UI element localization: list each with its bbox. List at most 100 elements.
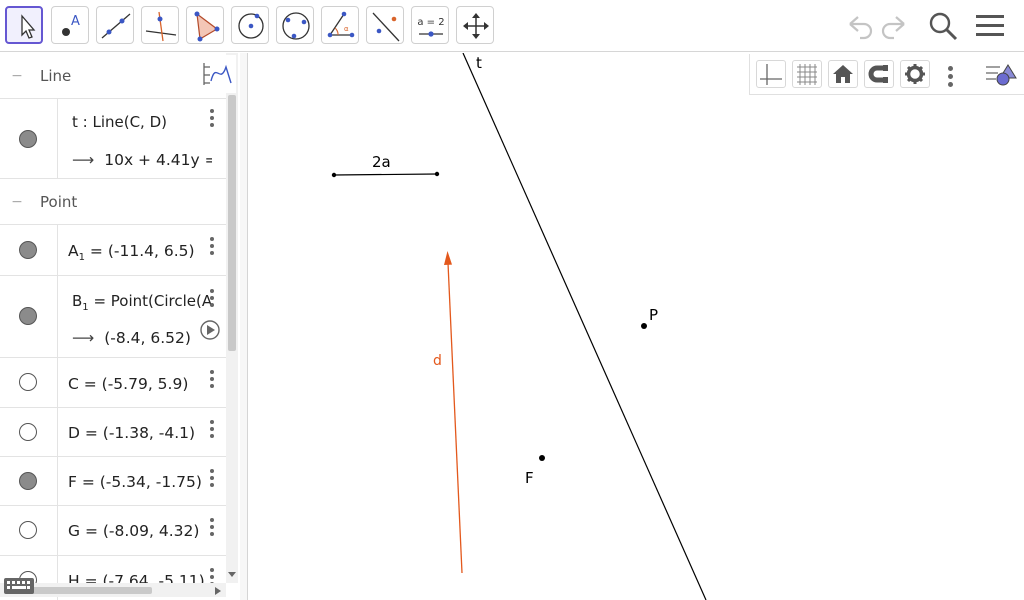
label-vector-d: d [433,353,442,369]
point-p[interactable] [641,323,647,329]
more-options-icon[interactable] [210,370,214,388]
value-d: D = (-1.38, -4.1) [68,424,196,442]
point-tool-button[interactable]: A [51,6,89,44]
segment-2a[interactable] [333,173,438,176]
axes-icon [760,64,782,85]
panel-divider[interactable] [240,53,248,600]
slider-tool-button[interactable]: a = 2 [411,6,449,44]
collapse-icon[interactable]: − [10,69,24,83]
visibility-toggle-t[interactable] [19,130,37,148]
definition-b1: B1 = Point(Circle(A1 [72,292,212,313]
value-t-text: 10x + 4.41y = - [104,151,212,169]
scroll-right-icon[interactable] [212,585,224,597]
algebra-row-c[interactable]: C = (-5.79, 5.9) [0,358,226,408]
slider-icon [419,31,443,37]
definition-t: t : Line(C, D) [72,113,167,131]
grid-icon [797,64,817,85]
redo-icon[interactable] [878,8,914,44]
vector-d[interactable] [447,262,463,574]
line-tool-button[interactable] [96,6,134,44]
value-c: C = (-5.79, 5.9) [68,375,189,393]
point-f[interactable] [539,455,545,461]
segment-endpoint[interactable] [331,172,337,178]
graphics-view[interactable]: t 2a d P F [248,53,1024,600]
circle-three-points-tool-button[interactable] [276,6,314,44]
svg-text:α: α [344,25,349,33]
magnet-icon [868,65,888,83]
algebra-row-a1[interactable]: A1 = (-11.4, 6.5) [0,225,226,276]
search-icon[interactable] [925,8,961,44]
more-options-icon[interactable] [210,469,214,487]
marble-cell [0,276,58,357]
marble-cell [0,358,58,407]
visibility-toggle-c[interactable] [19,373,37,391]
more-options-icon[interactable] [210,289,214,307]
algebra-row-d[interactable]: D = (-1.38, -4.1) [0,408,226,457]
scroll-down-icon[interactable] [226,568,238,580]
row-content: t : Line(C, D) ⟶ 10x + 4.41y = - [58,99,212,178]
toggle-grid-button[interactable] [792,60,822,88]
polygon-icon [194,11,220,42]
toggle-axes-button[interactable] [756,60,786,88]
marble-cell [0,506,58,555]
gear-icon [905,64,925,84]
line-t[interactable] [462,53,707,600]
move-tool-button[interactable] [5,6,43,44]
more-options-icon[interactable] [210,237,214,255]
circle-center-tool-button[interactable] [231,6,269,44]
marble-cell [0,99,58,178]
value-a1: A1 = (-11.4, 6.5) [68,242,195,264]
circle-center-icon [238,13,264,39]
polygon-tool-button[interactable] [186,6,224,44]
marble-cell [0,457,58,505]
value-b1-text: (-8.4, 6.52) [104,329,191,347]
perpendicular-line-icon [145,11,177,42]
arrow-icon: ⟶ [72,329,95,347]
circle-three-points-icon [282,12,310,40]
visibility-toggle-d[interactable] [19,423,37,441]
play-animation-icon[interactable] [199,319,221,341]
style-bar-toggle-icon[interactable] [984,60,1020,88]
algebra-row-t[interactable]: t : Line(C, D) ⟶ 10x + 4.41y = - [0,99,226,179]
algebra-row-f[interactable]: F = (-5.34, -1.75) [0,457,226,506]
more-icon[interactable] [948,66,953,87]
menu-icon[interactable] [972,8,1008,44]
angle-tool-button[interactable]: α [321,6,359,44]
home-icon [833,65,853,83]
keyboard-icon[interactable] [4,577,34,595]
more-options-icon[interactable] [210,420,214,438]
value-g: G = (-8.09, 4.32) [68,522,200,540]
standard-view-button[interactable] [828,60,858,88]
group-header-point[interactable]: − Point [0,179,226,225]
group-label-line: Line [40,67,72,85]
horizontal-scrollbar[interactable] [30,587,152,594]
more-options-icon[interactable] [210,518,214,536]
collapse-icon[interactable]: − [10,195,24,209]
perpendicular-line-tool-button[interactable] [141,6,179,44]
value-t: ⟶ 10x + 4.41y = - [72,151,212,169]
point-capturing-button[interactable] [864,60,894,88]
reflect-about-line-icon [372,12,400,42]
group-header-line[interactable]: − Line [0,53,226,99]
move-arrows-icon [463,13,489,39]
undo-icon[interactable] [840,8,876,44]
graphics-settings-button[interactable] [900,60,930,88]
reflect-tool-button[interactable] [366,6,404,44]
more-options-icon[interactable] [210,109,214,127]
row-content: B1 = Point(Circle(A1 ⟶ (-8.4, 6.52) [58,276,212,357]
segment-endpoint[interactable] [434,171,440,177]
vertical-scrollbar[interactable] [228,95,236,351]
marble-cell [0,408,58,456]
visibility-toggle-f[interactable] [19,472,37,490]
visibility-toggle-g[interactable] [19,521,37,539]
visibility-toggle-a1[interactable] [19,241,37,259]
line-through-points-icon [101,13,131,39]
toolbar: A α a = 2 [0,0,1024,52]
point-tool-glyph: A [71,14,80,29]
value-f: F = (-5.34, -1.75) [68,473,202,491]
algebra-row-b1[interactable]: B1 = Point(Circle(A1 ⟶ (-8.4, 6.52) [0,276,226,358]
visibility-toggle-b1[interactable] [19,307,37,325]
move-graphics-view-tool-button[interactable] [456,6,494,44]
algebra-row-g[interactable]: G = (-8.09, 4.32) [0,506,226,556]
arrow-icon: ⟶ [72,151,95,169]
